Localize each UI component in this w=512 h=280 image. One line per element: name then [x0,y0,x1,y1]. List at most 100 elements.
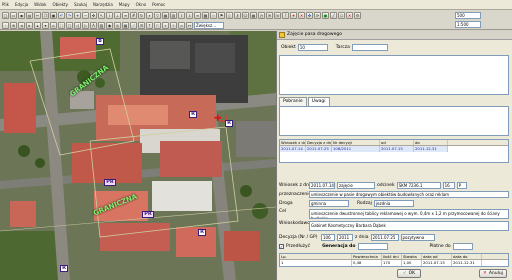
menu-item-obiekty[interactable]: Obiekty [52,2,68,7]
legend-icon[interactable]: ☰ [138,22,145,29]
decyzja-number-field[interactable]: 106 [321,234,335,241]
point-icon[interactable]: · [2,22,9,29]
export-icon[interactable]: ⇪ [178,12,185,19]
user-icon[interactable]: ☺ [242,12,249,19]
odcinek-number-field[interactable]: 16 [442,182,455,189]
menu-item-plik[interactable]: Plik [2,2,9,7]
generacja-field[interactable] [357,243,388,250]
snap-icon[interactable]: ⊕ [10,22,17,29]
buffer-icon[interactable]: ◎ [114,22,121,29]
line-icon[interactable]: ╱ [330,12,337,19]
extent-icon[interactable]: ⛶ [58,22,65,29]
star-icon[interactable]: ☆ [210,12,217,19]
area-icon[interactable]: ▱ [178,22,185,29]
menu-item-mapy[interactable]: Mapy [119,2,130,7]
polygon-icon[interactable]: ⬠ [338,12,345,19]
decision-type-select[interactable]: pozytywna [400,234,435,241]
image-icon[interactable]: ▩ [202,12,209,19]
arrow-up-icon[interactable]: ▴ [34,22,41,29]
hatch-icon[interactable]: ▨ [98,22,105,29]
column-header[interactable]: Nr decyzji [332,140,380,145]
column-header[interactable]: od [380,140,414,145]
arrow-down-icon[interactable]: ▾ [42,22,49,29]
bookmark-icon[interactable]: ⚐ [154,22,161,29]
flag-icon[interactable]: ⚑ [218,12,225,19]
cel-textarea[interactable]: umieszczenie dwustronnej tablicy reklamo… [309,209,509,219]
clock-icon[interactable]: ◷ [258,12,265,19]
zoom-field[interactable]: 500 [455,12,481,19]
column-header[interactable]: data od [422,254,452,259]
add-object-icon[interactable]: + [290,12,297,19]
pan-icon[interactable]: ✥ [90,12,97,19]
lock-icon[interactable]: ▯ [226,12,233,19]
print-icon[interactable]: ▤ [26,12,33,19]
column-header[interactable]: Powierzchnia [352,254,382,259]
menu-item-edycja[interactable]: Edycja [15,2,28,7]
zajecie-select[interactable]: zajęcie [337,182,375,189]
notes-area[interactable] [279,106,509,136]
table-row[interactable]: 1 0,48 170 1,00 2011.07.15 2011.12.31 [280,260,508,266]
coordinates-icon[interactable]: ⊹ [170,22,177,29]
location-pin-icon[interactable]: ✚ [214,115,222,124]
open-icon[interactable]: ▭ [10,12,17,19]
home-icon[interactable]: ⌂ [50,22,57,29]
wniosek-date-field[interactable]: 2011.07.14 [309,182,335,189]
move-icon[interactable]: ✥ [306,12,313,19]
undo-icon[interactable]: ↶ [58,12,65,19]
ok-button[interactable]: ✓ OK [397,269,421,278]
obiekt-field[interactable]: 10 [297,44,328,51]
przedluzyc-checkbox[interactable]: ✓ [279,244,284,249]
tab-pobranie[interactable]: Pobranie [279,97,307,106]
delete-object-icon[interactable]: ✕ [298,12,305,19]
next-view-icon[interactable]: ▷ [82,22,89,29]
column-header[interactable]: do [414,140,448,145]
grid-icon[interactable]: # [130,12,137,19]
symbol-icon[interactable]: ◆ [106,22,113,29]
map-marker[interactable]: R [60,265,68,272]
map-view[interactable]: GRANICZNA GRANICZNA B R R PR PR R R ✚ [0,31,276,280]
node-icon[interactable]: ● [322,12,329,19]
key-icon[interactable]: ⚷ [234,12,241,19]
map-marker[interactable]: R [189,111,197,118]
filter-icon[interactable]: ▽ [154,12,161,19]
close-icon[interactable]: ✕ [346,12,353,19]
table-row[interactable]: 2011.07.14 2011.07.25 106/2011 2011.07.1… [280,146,508,152]
column-header[interactable]: Ilość dni [382,254,402,259]
map-marker[interactable]: PR [142,211,154,218]
select-icon[interactable]: ↖ [98,12,105,19]
map-marker[interactable]: R [198,229,206,236]
menu-item-pomoc[interactable]: Pomoc [152,2,165,7]
map-marker[interactable]: PR [104,179,116,186]
report-icon[interactable]: ▥ [170,12,177,19]
rodzaj-select[interactable]: jezdnia [373,200,414,207]
layers-icon[interactable]: ≡ [122,12,129,19]
redo-icon[interactable]: ↷ [66,12,73,19]
column-header[interactable]: Wniosek z dnia [280,140,306,145]
column-header[interactable]: Lp. [280,254,352,259]
mail-icon[interactable]: ✉ [266,12,273,19]
column-header[interactable]: Stawka [402,254,422,259]
map-marker[interactable]: R [225,120,233,127]
map-marker[interactable]: B [96,38,104,45]
north-arrow-icon[interactable]: ↑ [146,22,153,29]
calendar-icon[interactable]: ▦ [250,12,257,19]
column-header[interactable]: data do [452,254,482,259]
platne-field[interactable] [452,243,473,250]
new-icon[interactable]: □ [2,12,9,19]
distance-icon[interactable]: ↔ [186,22,193,29]
info-icon[interactable]: i [106,12,113,19]
attach-icon[interactable]: ∞ [194,12,201,19]
rotate-icon[interactable]: ⟳ [314,12,321,19]
phone-icon[interactable]: ☏ [274,12,281,19]
arrow-left-icon[interactable]: ◂ [18,22,25,29]
copy-icon[interactable]: ❐ [42,12,49,19]
search-map-icon[interactable]: ⌕ [162,22,169,29]
z-dnia-field[interactable]: 2011.07.25 [370,234,399,241]
decyzja-year-field[interactable]: 2011 [337,234,353,241]
refresh-icon[interactable]: ↻ [138,12,145,19]
import-icon[interactable]: ⇩ [186,12,193,19]
vector-icon[interactable]: ⟋ [130,22,137,29]
wnioskodawca-field[interactable]: Gabinet Kosmetyczny Barbara Dąbek [309,221,509,231]
menu-item-szukaj[interactable]: Szukaj [74,2,87,7]
paste-icon[interactable]: ▣ [50,12,57,19]
